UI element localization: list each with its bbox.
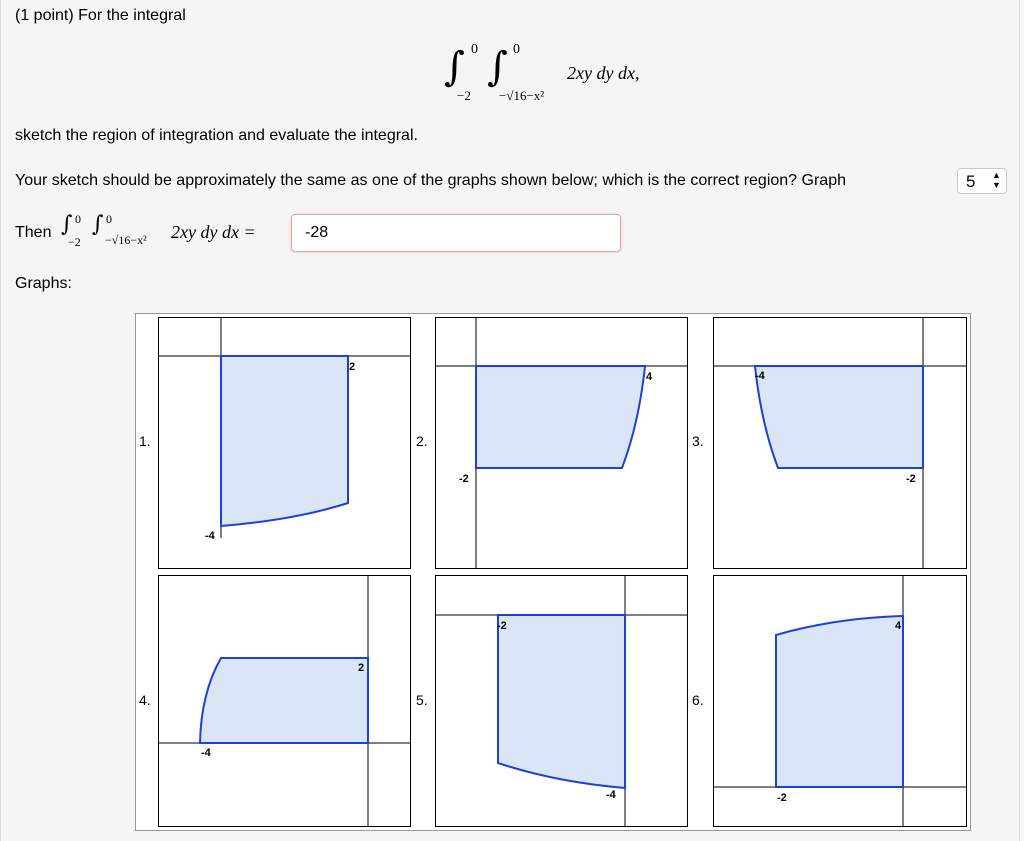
tick-label: -4 [755, 370, 766, 382]
graph-label: 4. [139, 692, 151, 708]
tick-label: -4 [201, 747, 212, 759]
tick-label: -4 [205, 530, 216, 542]
region [475, 365, 647, 469]
tick-label: 4 [895, 620, 902, 632]
tick-label: 4 [646, 371, 653, 383]
then-label: Then [15, 224, 52, 241]
integrand: 2xy dy dx, [567, 63, 640, 83]
graph-1: 1. 2 -4 [139, 317, 411, 569]
inner-upper-limit: 0 [513, 42, 520, 57]
graph-3: 3. -4 -2 [692, 317, 967, 569]
up-down-arrows-icon: ▲ ▼ [992, 170, 1001, 190]
tick-label: 2 [349, 361, 355, 373]
then-inner-upper: 0 [106, 212, 112, 226]
then-inner-integral-sign: ∫ [92, 212, 104, 237]
tick-label: 2 [358, 662, 364, 674]
graphs-grid: 1. 2 -4 2. 4 -2 3. -4 -2 4. 2 -4 5. -2 -… [135, 313, 971, 831]
inner-lower-limit: −√16−x² [499, 88, 545, 103]
graph-label: 1. [139, 433, 151, 449]
graph-label: 2. [416, 433, 428, 449]
region-question: Your sketch should be approximately the … [15, 172, 846, 189]
inner-integral-sign: ∫ [487, 44, 508, 90]
outer-upper-limit: 0 [471, 42, 478, 57]
region [198, 657, 369, 744]
graph-label: 6. [692, 692, 704, 708]
tick-label: -4 [606, 789, 617, 801]
graph-select-value: 5 [966, 172, 976, 191]
outer-integral-sign: ∫ [444, 44, 465, 90]
region [497, 614, 626, 790]
graph-label: 5. [416, 692, 428, 708]
region [775, 614, 904, 788]
then-outer-integral-sign: ∫ [61, 212, 73, 237]
region [753, 365, 924, 469]
graph-5: 5. -2 -4 [416, 575, 688, 827]
graph-4: 4. 2 -4 [139, 575, 411, 827]
region [220, 355, 349, 528]
graphs-label: Graphs: [15, 275, 72, 292]
outer-lower-limit: −2 [457, 88, 471, 103]
then-inner-lower: −√16−x² [105, 233, 147, 247]
then-integrand: 2xy dy dx = [171, 222, 256, 242]
tick-label: -2 [777, 792, 787, 804]
graph-select[interactable]: 5 ▲ ▼ [957, 168, 1007, 194]
graph-2: 2. 4 -2 [416, 317, 688, 569]
graph-label: 3. [692, 433, 704, 449]
answer-input[interactable]: -28 [291, 214, 621, 252]
instruction-text: sketch the region of integration and eva… [15, 127, 418, 144]
problem-panel: (1 point) For the integral ∫ 0 −2 ∫ 0 −√… [0, 0, 1020, 841]
tick-label: -2 [906, 473, 916, 485]
problem-intro: (1 point) For the integral [15, 7, 186, 24]
tick-label: -2 [459, 473, 469, 485]
then-outer-upper: 0 [75, 212, 81, 226]
answer-input-value: -28 [305, 224, 329, 241]
then-outer-lower: −2 [68, 235, 81, 249]
tick-label: -2 [497, 620, 507, 632]
graph-6: 6. 4 -2 [692, 575, 967, 827]
